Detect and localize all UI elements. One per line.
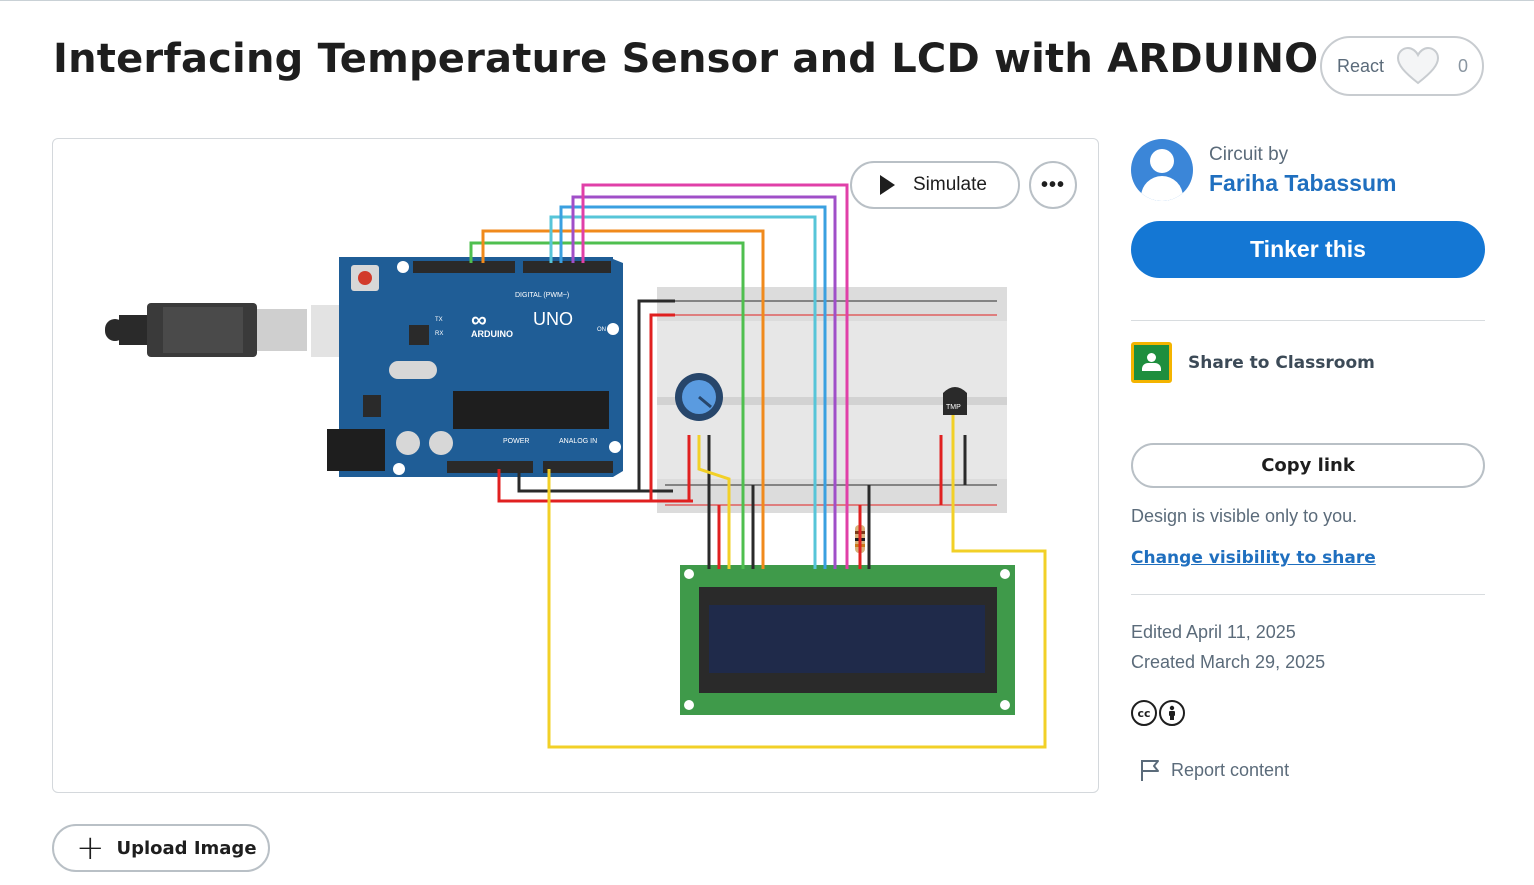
react-count: 0 [1457, 55, 1468, 76]
cc-icon: cc [1131, 700, 1157, 726]
dates-block: Edited April 11, 2025 Created March 29, … [1131, 617, 1325, 677]
board-tx-label: TX [435, 317, 443, 323]
board-rx-label: RX [435, 331, 443, 337]
board-digital-label: DIGITAL (PWM~) [515, 292, 569, 299]
top-border [0, 0, 1534, 1]
author-block: Circuit by Fariha Tabassum [1131, 138, 1485, 202]
circuit-by-label: Circuit by [1209, 143, 1289, 165]
edited-date: Edited April 11, 2025 [1131, 622, 1296, 642]
potentiometer [675, 373, 723, 421]
plus-icon: + [76, 828, 105, 868]
tinker-this-button[interactable]: Tinker this [1131, 221, 1485, 278]
author-name-link[interactable]: Fariha Tabassum [1209, 170, 1396, 197]
upload-label: Upload Image [116, 837, 257, 859]
share-classroom-label: Share to Classroom [1188, 352, 1375, 373]
divider [1131, 594, 1485, 595]
report-content-link[interactable]: Report content [1139, 758, 1289, 782]
flag-icon [1141, 760, 1159, 781]
more-icon: ••• [1040, 173, 1065, 196]
page-title: Interfacing Temperature Sensor and LCD w… [53, 36, 1319, 82]
arduino-board: ∞ ARDUINO UNO DIGITAL (PWM~) POWER ANALO… [327, 257, 623, 477]
react-label: React [1337, 55, 1385, 76]
lcd-display [680, 565, 1015, 715]
share-classroom-button[interactable]: Share to Classroom [1131, 342, 1375, 383]
divider [1131, 320, 1485, 321]
avatar[interactable] [1131, 139, 1193, 201]
react-button[interactable]: React 0 [1320, 36, 1484, 96]
sidebar: Circuit by Fariha Tabassum Tinker this S… [1131, 138, 1485, 781]
board-brand: ARDUINO [471, 329, 513, 339]
change-visibility-link[interactable]: Change visibility to share [1131, 548, 1376, 568]
play-icon [880, 175, 895, 195]
copy-link-button[interactable]: Copy link [1131, 443, 1485, 488]
circuit-diagram: ∞ ARDUINO UNO DIGITAL (PWM~) POWER ANALO… [105, 183, 1047, 749]
report-label: Report content [1171, 759, 1290, 780]
more-options-button[interactable]: ••• [1029, 161, 1077, 209]
google-classroom-icon [1131, 342, 1172, 383]
created-date: Created March 29, 2025 [1131, 652, 1326, 672]
board-on-label: ON [597, 327, 606, 333]
temperature-sensor: TMP [943, 387, 967, 415]
sensor-label: TMP [946, 404, 961, 411]
board-power-label: POWER [503, 438, 529, 445]
board-analog-label: ANALOG IN [559, 438, 597, 445]
visibility-text: Design is visible only to you. [1131, 506, 1358, 526]
board-model: UNO [533, 309, 573, 329]
circuit-canvas[interactable]: ∞ ARDUINO UNO DIGITAL (PWM~) POWER ANALO… [52, 138, 1099, 793]
heart-icon [1396, 46, 1440, 86]
license-icons[interactable]: cc [1131, 700, 1185, 726]
upload-image-button[interactable]: + Upload Image [52, 824, 270, 872]
attribution-icon [1159, 700, 1185, 726]
simulate-button[interactable]: Simulate [850, 161, 1020, 209]
simulate-label: Simulate [913, 174, 987, 195]
